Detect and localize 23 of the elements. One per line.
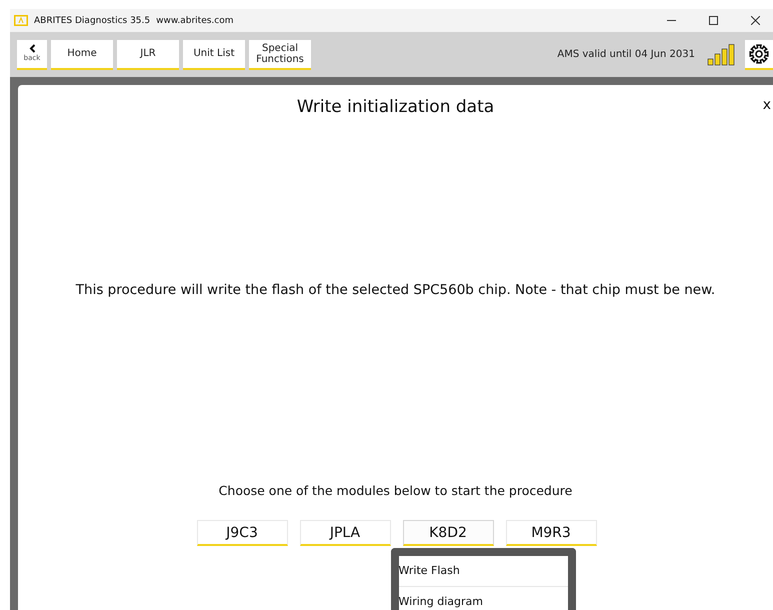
nav-tab[interactable]: Unit List bbox=[183, 40, 245, 70]
module-button[interactable]: M9R3 bbox=[506, 520, 596, 546]
procedure-message: This procedure will write the flash of the selected SPC560b chip. Note - that chip must be new. bbox=[76, 282, 716, 298]
module-prompt: Choose one of the modules below to start the procedure bbox=[218, 483, 572, 498]
minimize-icon[interactable] bbox=[666, 20, 676, 21]
settings-icon bbox=[749, 44, 769, 64]
nav-tab[interactable]: Special Functions bbox=[249, 40, 311, 70]
module-button[interactable]: K8D2 bbox=[402, 520, 494, 546]
settings-button[interactable] bbox=[745, 40, 773, 70]
module-button[interactable]: J9C3 bbox=[196, 520, 288, 546]
app-logo-icon bbox=[14, 15, 28, 26]
nav-tab[interactable]: JLR bbox=[117, 40, 179, 70]
close-icon[interactable] bbox=[750, 16, 760, 25]
signal-bars-icon bbox=[707, 44, 735, 66]
nav-tab[interactable]: Home bbox=[51, 40, 113, 70]
chevron-left-icon bbox=[28, 44, 36, 52]
window-title: ABRITES Diagnostics 35.5 bbox=[34, 16, 150, 26]
license-status: AMS valid until 04 Jun 2031 bbox=[557, 49, 695, 60]
window-url: www.abrites.com bbox=[156, 16, 234, 26]
dialog-title: Write initialization data bbox=[296, 97, 494, 117]
maximize-icon[interactable] bbox=[708, 16, 718, 25]
close-button[interactable]: x bbox=[762, 97, 771, 113]
module-button[interactable]: JPLA bbox=[300, 520, 390, 546]
